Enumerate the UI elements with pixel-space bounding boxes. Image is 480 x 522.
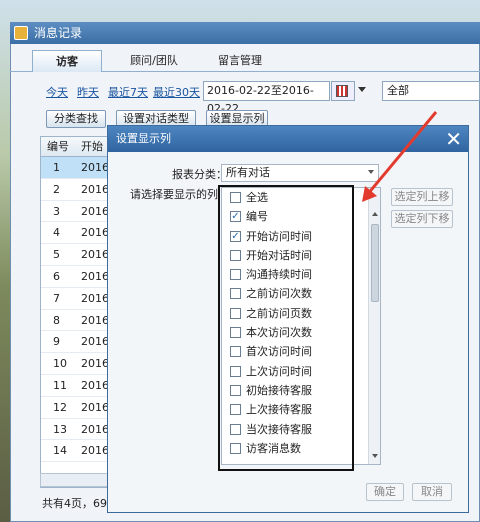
table-row[interactable]: 12 2016: [41, 397, 109, 419]
row-start-time: 2016: [81, 226, 109, 240]
cancel-button[interactable]: 取消: [412, 483, 452, 501]
tab-advisor-team[interactable]: 顾问/团队: [114, 50, 194, 72]
tab-visitor[interactable]: 访客: [32, 50, 102, 72]
table-row[interactable]: 4 2016: [41, 222, 109, 245]
quick-30days-link[interactable]: 最近30天: [153, 84, 200, 100]
app-icon: [14, 26, 28, 40]
row-start-time: 2016: [81, 335, 109, 349]
display-columns-dialog: 设置显示列 ✕ 报表分类： 所有对话 请选择要显示的列 全选 ✓ 编号 ✓ 开始访问时间…: [107, 125, 469, 513]
table-row[interactable]: 2 2016: [41, 179, 109, 201]
date-range-field[interactable]: 2016-02-22至2016-02-22: [203, 81, 330, 115]
row-id: 7: [53, 291, 60, 305]
row-id: 11: [53, 378, 67, 392]
row-id: 4: [53, 226, 60, 240]
scroll-down-icon[interactable]: [372, 454, 378, 458]
report-category-select[interactable]: 所有对话: [221, 164, 379, 182]
row-start-time: 2016: [81, 161, 109, 174]
table-row[interactable]: 5 2016: [41, 244, 109, 266]
horizontal-scrollbar[interactable]: [40, 473, 110, 487]
row-id: 1: [53, 161, 60, 174]
report-category-label: 报表分类：: [172, 168, 227, 181]
row-id: 5: [53, 248, 60, 262]
table-row[interactable]: 7 2016: [41, 288, 109, 310]
dialog-title: 设置显示列: [108, 126, 468, 152]
row-start-time: 2016: [81, 291, 109, 305]
row-id: 8: [53, 313, 60, 327]
row-start-time: 2016: [81, 269, 109, 283]
table-row[interactable]: 10 2016: [41, 353, 109, 375]
record-grid: 编号 开始访 1 2016 2 2016 3 2016 4 2016 5 2016 6 2016 7 20…: [40, 136, 110, 488]
report-category-value: 所有对话: [226, 166, 270, 179]
row-start-time: 2016: [81, 422, 109, 436]
chevron-down-icon[interactable]: [358, 87, 366, 92]
grid-header: 编号 开始访: [41, 137, 109, 173]
quick-today-link[interactable]: 今天: [46, 84, 68, 100]
row-id: 6: [53, 269, 60, 283]
table-row[interactable]: 1 2016: [41, 157, 109, 179]
row-start-time: 2016: [81, 400, 109, 414]
chevron-down-icon: [368, 170, 374, 174]
scroll-up-icon[interactable]: [372, 212, 378, 216]
move-up-button[interactable]: 选定列上移: [391, 188, 453, 206]
row-id: 9: [53, 335, 60, 349]
highlight-box: [218, 185, 354, 471]
scroll-thumb[interactable]: [371, 224, 379, 302]
row-start-time: 2016: [81, 444, 109, 458]
move-down-button[interactable]: 选定列下移: [391, 210, 453, 228]
table-row[interactable]: 3 2016: [41, 201, 109, 223]
quick-yesterday-link[interactable]: 昨天: [77, 84, 99, 100]
ok-button[interactable]: 确定: [366, 483, 404, 501]
row-id: 13: [53, 422, 67, 436]
tab-bar: 访客 顾问/团队 留言管理: [10, 50, 480, 72]
table-row[interactable]: 8 2016: [41, 310, 109, 332]
close-icon[interactable]: ✕: [445, 127, 462, 151]
vertical-scrollbar[interactable]: [368, 188, 380, 464]
table-row[interactable]: 11 2016: [41, 375, 109, 397]
table-row[interactable]: 6 2016: [41, 266, 109, 288]
category-search-button[interactable]: 分类查找: [46, 110, 106, 128]
columns-label: 请选择要显示的列: [130, 188, 218, 201]
quick-7days-link[interactable]: 最近7天: [108, 84, 148, 100]
row-id: 14: [53, 444, 67, 458]
calendar-button[interactable]: [331, 81, 355, 101]
row-start-time: 2016: [81, 204, 109, 218]
row-id: 2: [53, 182, 60, 196]
table-row[interactable]: 14 2016: [41, 440, 109, 463]
scope-select[interactable]: 全部: [382, 81, 480, 101]
row-start-time: 2016: [81, 248, 109, 262]
window-title: 消息记录: [10, 22, 480, 44]
row-start-time: 2016: [81, 357, 109, 371]
col-header-id[interactable]: 编号: [47, 137, 69, 157]
row-id: 12: [53, 400, 67, 414]
table-row[interactable]: 13 2016: [41, 419, 109, 441]
row-id: 3: [53, 204, 60, 218]
calendar-icon: [336, 85, 348, 97]
row-start-time: 2016: [81, 182, 109, 196]
table-row[interactable]: 9 2016: [41, 331, 109, 354]
row-start-time: 2016: [81, 313, 109, 327]
tab-message-manage[interactable]: 留言管理: [200, 50, 280, 72]
row-id: 10: [53, 357, 67, 371]
row-start-time: 2016: [81, 378, 109, 392]
